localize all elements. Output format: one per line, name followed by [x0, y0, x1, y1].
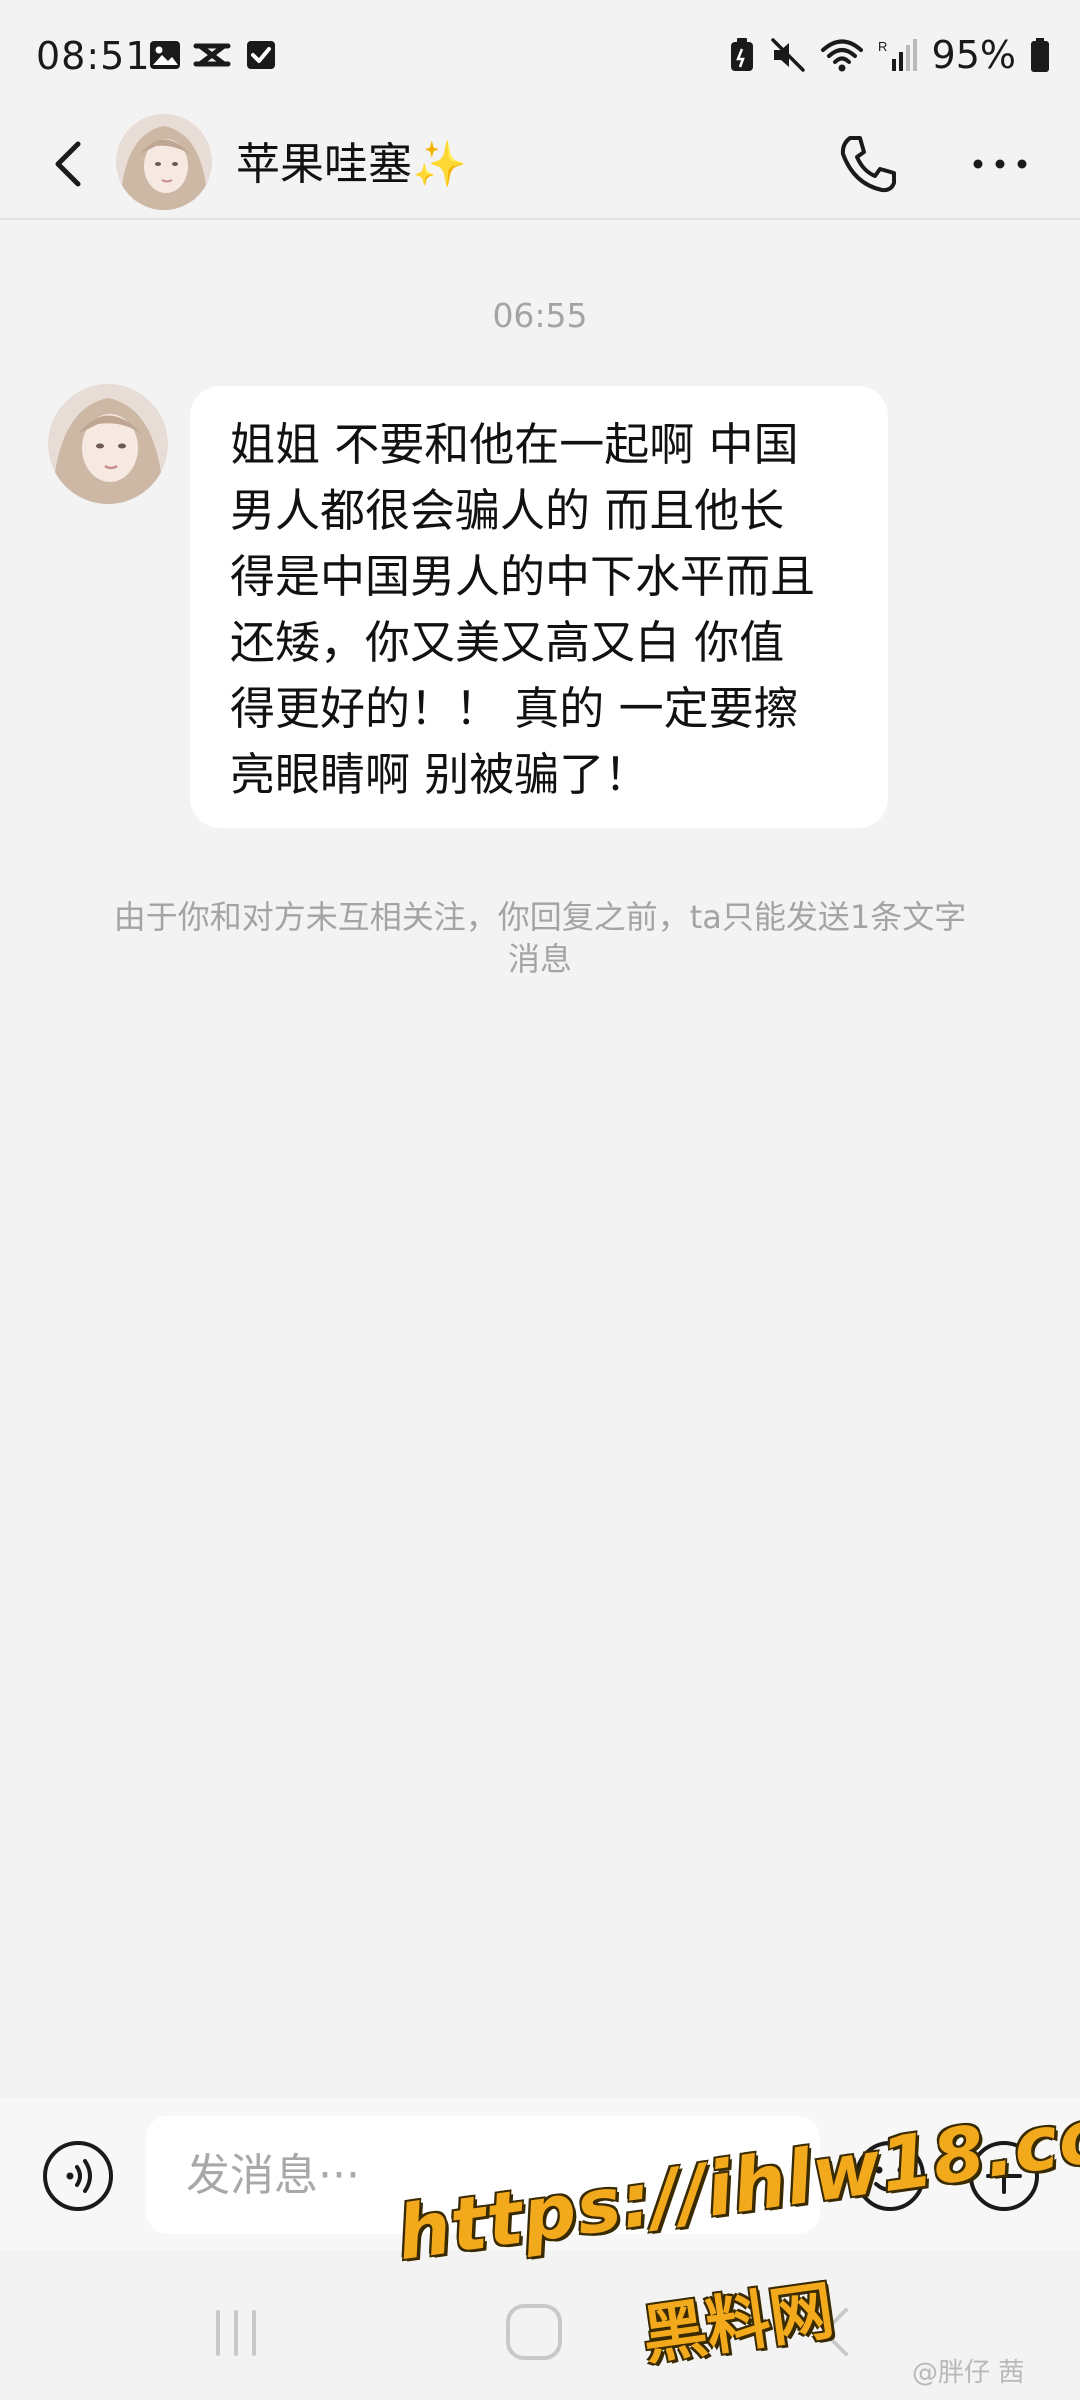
contact-avatar[interactable] — [116, 114, 212, 210]
call-button[interactable] — [828, 124, 908, 204]
more-dots-icon — [973, 159, 1027, 169]
home-icon[interactable] — [502, 2300, 566, 2364]
message-line: 还矮，你又美又高又白 你值 — [230, 616, 785, 669]
message-line: 亮眼睛啊 别被骗了！ — [230, 748, 650, 801]
wifi-icon — [820, 39, 863, 72]
message-timestamp: 06:55 — [492, 296, 588, 335]
battery-saver-icon — [730, 38, 753, 71]
voice-button[interactable] — [40, 2138, 116, 2214]
battery-percent: 95% — [931, 33, 1016, 77]
chat-header: 苹果哇塞✨ — [0, 110, 1080, 220]
capcut-icon — [193, 43, 231, 67]
status-time: 08:51 — [36, 34, 151, 78]
gallery-icon — [150, 41, 180, 69]
sender-avatar[interactable] — [48, 384, 168, 504]
back-button[interactable] — [40, 124, 100, 204]
svg-text:R: R — [878, 39, 887, 54]
check-square-icon — [247, 41, 275, 69]
voice-icon — [43, 2141, 113, 2211]
chevron-left-icon — [55, 141, 81, 187]
message-line: 男人都很会骗人的 而且他长 — [230, 484, 785, 537]
message-bubble[interactable]: 姐姐 不要和他在一起啊 中国 男人都很会骗人的 而且他长 得是中国男人的中下水平… — [190, 386, 888, 828]
weibo-watermark: @胖仔 茜 — [912, 2358, 1025, 2388]
signal-icon: R — [878, 39, 917, 71]
more-options-button[interactable] — [960, 124, 1040, 204]
mute-icon — [770, 38, 805, 72]
phone-icon — [840, 136, 896, 193]
message-line: 得是中国男人的中下水平而且 — [230, 550, 816, 603]
battery-icon — [1031, 38, 1049, 72]
follow-limit-notice: 由于你和对方未互相关注，你回复之前，ta只能发送1条文字消息 — [113, 898, 967, 978]
status-bar: 08:51 R 95% — [0, 0, 1080, 110]
message-line: 得更好的！！ 真的 一定要擦 — [230, 682, 799, 735]
message-line: 姐姐 不要和他在一起啊 中国 — [230, 418, 799, 471]
recent-apps-icon[interactable] — [206, 2306, 266, 2360]
contact-name[interactable]: 苹果哇塞✨ — [236, 128, 467, 192]
